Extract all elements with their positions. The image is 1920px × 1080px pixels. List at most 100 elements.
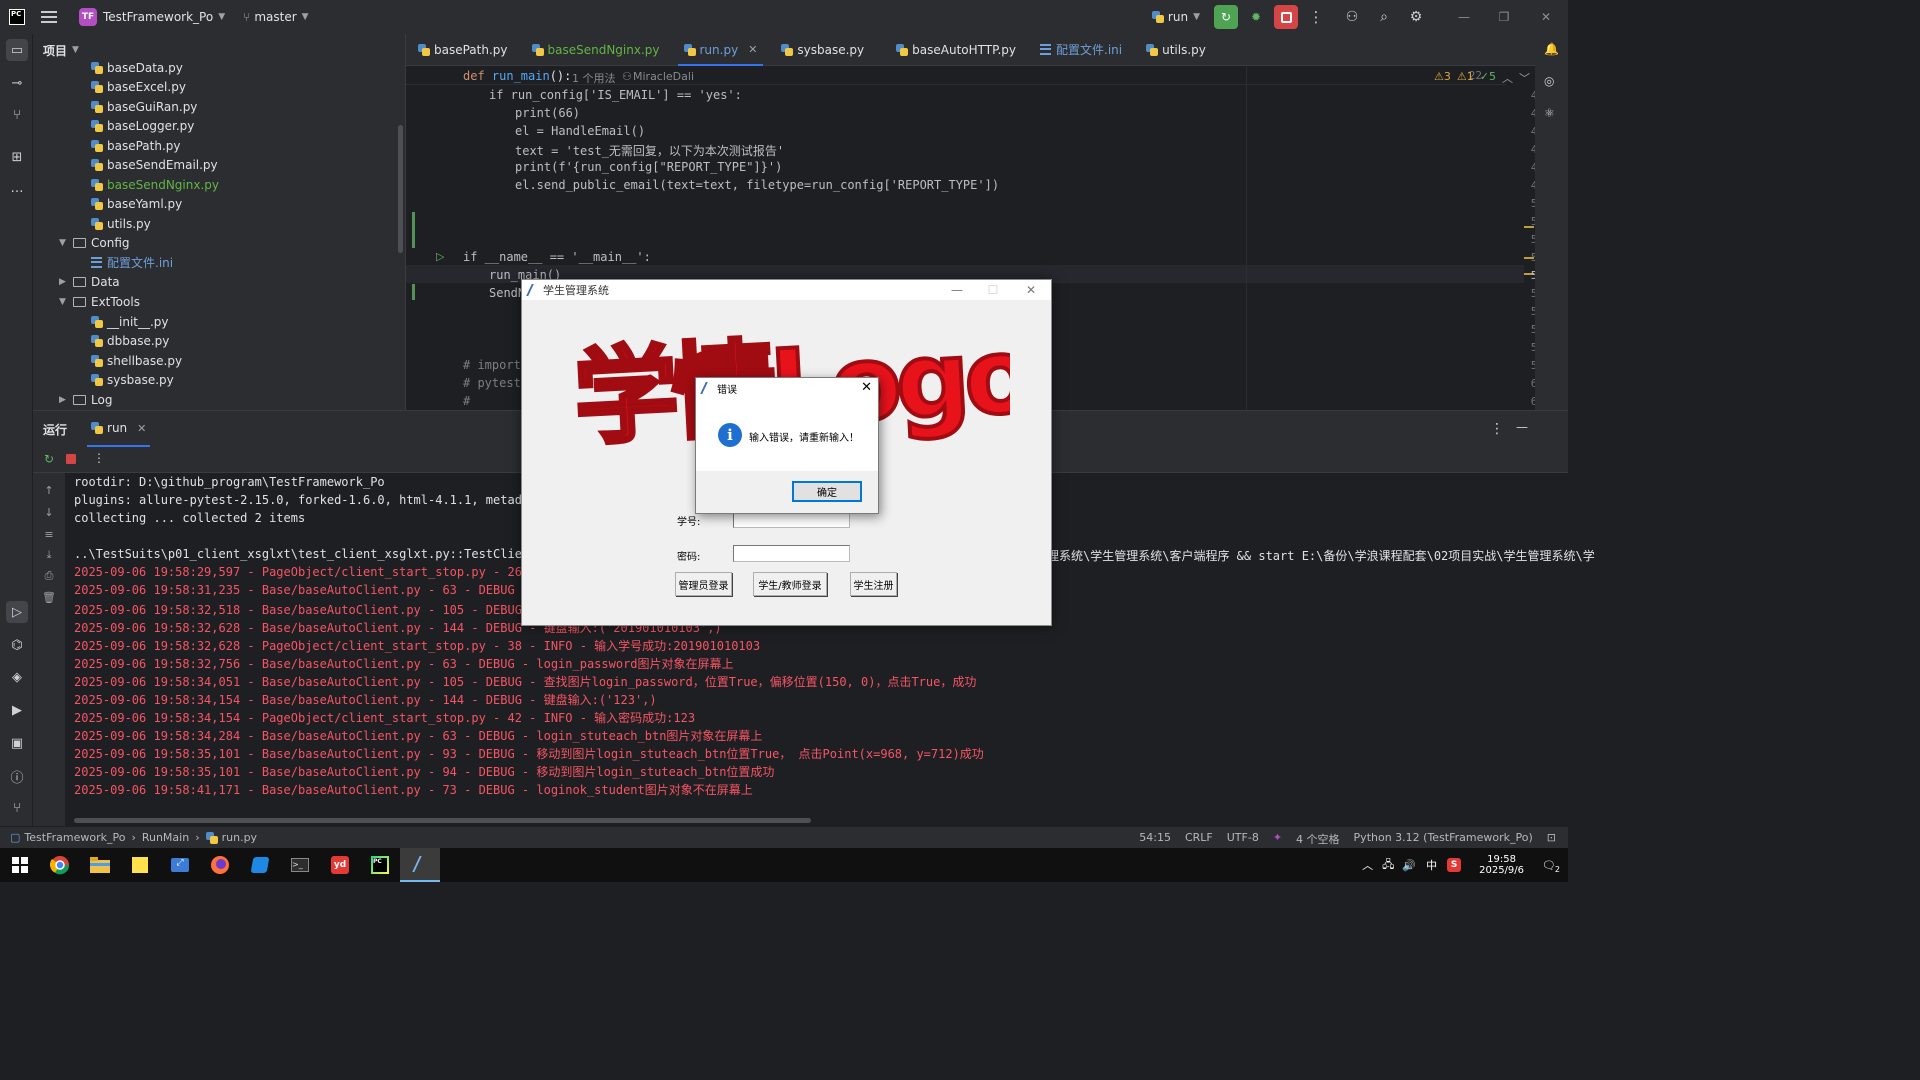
file-encoding[interactable]: UTF-8 bbox=[1227, 831, 1259, 847]
breadcrumb-module[interactable]: RunMain bbox=[142, 831, 189, 844]
volume-icon[interactable]: 🔊 bbox=[1402, 859, 1416, 872]
usage-hint[interactable]: 1 个用法 bbox=[572, 70, 616, 86]
stop-icon[interactable] bbox=[66, 454, 76, 464]
password-input[interactable] bbox=[733, 545, 850, 562]
rerun-icon[interactable]: ↻ bbox=[44, 452, 54, 466]
tk-minimize-button[interactable]: — bbox=[939, 280, 975, 300]
sticky-line[interactable]: 22 def run_main(): 1 个用法 ⚇ MiracleDali bbox=[406, 67, 1506, 85]
code-line[interactable]: text = 'test_无需回复，以下为本次测试报告' bbox=[515, 142, 784, 159]
tree-item[interactable]: utils.py bbox=[91, 214, 151, 233]
chevron-up-icon[interactable]: ︿ bbox=[1502, 70, 1513, 86]
minimize-window-button[interactable]: — bbox=[1444, 10, 1484, 24]
tree-item[interactable]: baseYaml.py bbox=[91, 194, 182, 213]
copilot-icon[interactable]: ⚛ bbox=[1544, 106, 1555, 120]
python-console-icon[interactable]: ⌬ bbox=[6, 634, 28, 656]
vcs-branch-widget[interactable]: ⑂ master ▼ bbox=[243, 0, 308, 34]
notifications-bell-icon[interactable]: 🔔 bbox=[1544, 42, 1559, 56]
tree-item[interactable]: baseExcel.py bbox=[91, 77, 186, 96]
search-icon[interactable]: ⌕ bbox=[1372, 9, 1396, 25]
error-dialog-titlebar[interactable]: 错误 ✕ bbox=[696, 378, 878, 398]
tree-folder[interactable]: ▶ Log bbox=[59, 390, 112, 409]
editor-tab-active[interactable]: run.py ✕ bbox=[672, 34, 770, 66]
sticky-notes-icon[interactable] bbox=[120, 848, 160, 882]
git-icon[interactable]: ⑂ bbox=[6, 797, 28, 819]
scroll-to-end-icon[interactable]: ⤓ bbox=[42, 548, 56, 562]
inspection-widget[interactable]: ⚠3 ⚠1 ✓5 ︿ ﹀ bbox=[1434, 70, 1530, 86]
code-comment[interactable]: # import bbox=[463, 358, 521, 372]
ime-indicator[interactable]: 中 bbox=[1426, 857, 1437, 873]
project-tool-icon[interactable]: ▭ bbox=[6, 39, 28, 61]
run-options-icon[interactable]: ⋮ bbox=[1490, 421, 1504, 437]
lock-icon[interactable]: ⊡ bbox=[1547, 831, 1556, 847]
python-packages-icon[interactable]: ◈ bbox=[6, 666, 28, 688]
arrow-up-icon[interactable]: ↑ bbox=[42, 483, 56, 497]
remote-desktop-icon[interactable]: ⤢ bbox=[160, 848, 200, 882]
tree-item[interactable]: sysbase.py bbox=[91, 370, 174, 389]
admin-login-button[interactable]: 管理员登录 bbox=[675, 572, 732, 596]
settings-gear-icon[interactable]: ⚙ bbox=[1404, 9, 1428, 25]
code-line[interactable]: el = HandleEmail() bbox=[515, 124, 645, 138]
tk-window-titlebar[interactable]: 学生管理系统 — ☐ ✕ bbox=[522, 280, 1051, 300]
tree-folder[interactable]: ▶ Data bbox=[59, 272, 120, 291]
terminal-app-icon[interactable]: >_ bbox=[280, 848, 320, 882]
pull-requests-icon[interactable]: ⑂ bbox=[6, 104, 28, 126]
youdao-icon[interactable]: yd bbox=[320, 848, 360, 882]
run-gutter-icon[interactable]: ▷ bbox=[436, 250, 444, 263]
more-tools-icon[interactable]: … bbox=[6, 177, 28, 199]
python-interpreter[interactable]: Python 3.12 (TestFramework_Po) bbox=[1354, 831, 1533, 847]
student-register-button[interactable]: 学生注册 bbox=[850, 572, 897, 596]
close-tab-icon[interactable]: ✕ bbox=[137, 422, 146, 435]
tree-item[interactable]: __init__.py bbox=[91, 312, 169, 331]
commit-tool-icon[interactable]: ⊸ bbox=[6, 72, 28, 94]
editor-tab[interactable]: baseAutoHTTP.py bbox=[884, 34, 1028, 66]
main-menu-icon[interactable] bbox=[41, 11, 57, 23]
soft-wrap-icon[interactable]: ≡ bbox=[42, 527, 56, 541]
tkinter-app-icon[interactable] bbox=[400, 848, 440, 882]
line-separator[interactable]: CRLF bbox=[1185, 831, 1213, 847]
breadcrumb-file[interactable]: run.py bbox=[222, 831, 257, 844]
code-line[interactable]: print(66) bbox=[515, 106, 580, 120]
rerun-icon[interactable]: ↻ bbox=[1214, 5, 1238, 29]
tree-item[interactable]: basePath.py bbox=[91, 136, 181, 155]
tk-maximize-button[interactable]: ☐ bbox=[975, 280, 1011, 300]
project-scrollbar[interactable] bbox=[398, 125, 403, 253]
more-actions-icon[interactable]: ⋮ bbox=[93, 451, 105, 465]
ai-chat-icon[interactable]: ◎ bbox=[1544, 74, 1554, 88]
sogou-ime-icon[interactable]: S bbox=[1447, 858, 1462, 872]
more-actions-icon[interactable]: ⋮ bbox=[1306, 8, 1326, 26]
ai-assistant-icon[interactable]: ✦ bbox=[1273, 831, 1282, 847]
code-line[interactable]: print(f'{run_config["REPORT_TYPE"]}') bbox=[515, 160, 782, 174]
editor-tab[interactable]: sysbase.py bbox=[769, 34, 876, 66]
run-tool-icon[interactable]: ▷ bbox=[6, 601, 28, 623]
file-explorer-icon[interactable] bbox=[80, 848, 120, 882]
show-hidden-icons-icon[interactable]: ︿ bbox=[1362, 857, 1373, 873]
services-icon[interactable]: ▶ bbox=[6, 699, 28, 721]
arrow-down-icon[interactable]: ↓ bbox=[42, 505, 56, 519]
indent-setting[interactable]: 4 个空格 bbox=[1296, 831, 1340, 847]
add-user-icon[interactable]: ⚇ bbox=[1340, 9, 1364, 25]
tree-folder[interactable]: ▼ Config bbox=[59, 233, 130, 252]
project-widget[interactable]: TF TestFramework_Po ▼ bbox=[57, 0, 225, 34]
code-comment[interactable]: # pytest. bbox=[463, 376, 528, 390]
close-window-button[interactable]: ✕ bbox=[1524, 10, 1568, 24]
editor-tab[interactable]: 配置文件.ini bbox=[1028, 34, 1134, 66]
close-tab-icon[interactable]: ✕ bbox=[748, 43, 757, 56]
run-config-selector[interactable]: run ▼ bbox=[1151, 0, 1200, 34]
chrome-icon[interactable] bbox=[40, 848, 80, 882]
editor-tab[interactable]: baseSendNginx.py bbox=[520, 34, 672, 66]
tree-item[interactable]: baseData.py bbox=[91, 58, 183, 77]
console-horizontal-scrollbar[interactable] bbox=[74, 818, 811, 823]
stop-icon[interactable] bbox=[1274, 5, 1298, 29]
run-tab[interactable]: run ✕ bbox=[87, 411, 151, 447]
code-line[interactable]: el.send_public_email(text=text, filetype… bbox=[515, 178, 999, 192]
firefox-icon[interactable] bbox=[200, 848, 240, 882]
code-line[interactable]: SendN bbox=[489, 286, 525, 300]
tree-folder[interactable]: ▼ ExtTools bbox=[59, 292, 140, 311]
clock[interactable]: 19:58 2025/9/6 bbox=[1479, 854, 1524, 876]
project-panel-header[interactable]: 项目 ▼ bbox=[33, 34, 405, 66]
structure-icon[interactable]: ⊞ bbox=[6, 146, 28, 168]
tree-item[interactable]: baseGuiRan.py bbox=[91, 97, 197, 116]
action-center-icon[interactable]: 🗨 2 bbox=[1542, 859, 1560, 874]
tree-item[interactable]: baseSendNginx.py bbox=[91, 175, 219, 194]
restore-window-button[interactable]: ❐ bbox=[1484, 10, 1524, 24]
